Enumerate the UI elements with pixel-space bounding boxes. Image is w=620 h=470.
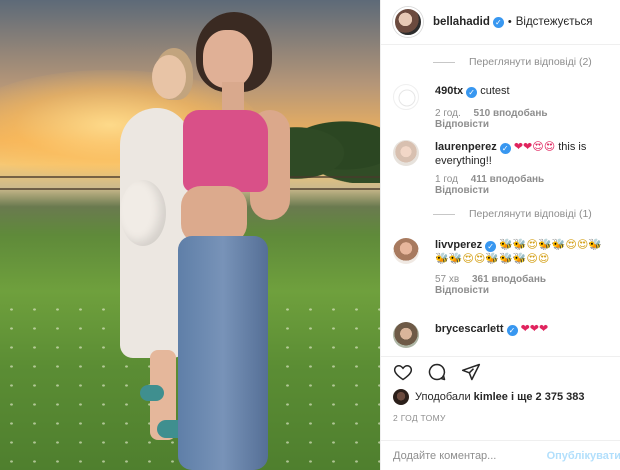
commenter-avatar[interactable]: [393, 322, 419, 348]
comment-emoji: ❤❤❤: [520, 322, 549, 335]
verified-badge-icon: ✓: [506, 325, 518, 336]
author-username[interactable]: bellahadid: [433, 16, 490, 28]
commenter-username[interactable]: laurenperez: [435, 141, 497, 153]
add-comment-bar: Опублікувати: [381, 440, 620, 470]
commenter-username[interactable]: 490tx: [435, 85, 463, 97]
commenter-avatar[interactable]: [393, 84, 419, 110]
woman-left-shoe-back: [140, 385, 164, 401]
commenter-avatar[interactable]: [393, 238, 419, 264]
verified-badge-icon: ✓: [466, 87, 478, 98]
comment-item: livvperez ✓ 🐝🐝😍🐝🐝😍😍🐝🐝🐝😍😍🐝🐝🐝😍😍 57 хв 361 в…: [393, 238, 613, 296]
comment-icon[interactable]: [427, 362, 447, 382]
follow-status-button[interactable]: Відстежується: [516, 16, 593, 28]
likes-count[interactable]: і ще 2 375 383: [511, 391, 585, 403]
view-replies-button[interactable]: Переглянути відповіді (1): [433, 208, 592, 220]
commenter-avatar[interactable]: [393, 140, 419, 166]
post-time[interactable]: 2 ГОД ТОМУ: [393, 413, 446, 423]
comment-item: laurenperez ✓ ❤❤😍😍 this is everything!! 1…: [393, 140, 613, 196]
comment-emoji: ❤❤😍😍: [513, 140, 556, 153]
view-replies-label: Переглянути відповіді (1): [469, 208, 592, 220]
comment-time: 57 хв: [435, 274, 460, 285]
liker-username[interactable]: kimlee: [474, 391, 508, 403]
separator-dot: •: [507, 16, 512, 28]
comment-body: 490tx ✓ cutest: [435, 84, 613, 98]
woman-right-jeans: [178, 236, 268, 470]
woman-left-belly: [120, 180, 166, 246]
comment-meta: 2 год. 510 вподобань Відповісти: [435, 108, 613, 130]
commenter-username[interactable]: brycescarlett: [435, 323, 504, 335]
verified-badge-icon: ✓: [499, 143, 511, 154]
comment-text: cutest: [480, 85, 510, 97]
heart-icon[interactable]: [393, 362, 413, 382]
comment-body: livvperez ✓ 🐝🐝😍🐝🐝😍😍🐝🐝🐝😍😍🐝🐝🐝😍😍: [435, 238, 613, 266]
comment-time: 1 год: [435, 174, 458, 185]
post-photo: [0, 0, 380, 470]
woman-right-face: [203, 30, 253, 88]
liker-avatar[interactable]: [393, 389, 409, 405]
woman-right-neck: [222, 82, 244, 112]
comment-likes-count[interactable]: 510 вподобань: [474, 108, 548, 119]
replies-line: [433, 61, 455, 63]
likes-prefix: Уподобали: [415, 391, 471, 403]
comment-likes-count[interactable]: 361 вподобань: [472, 274, 546, 285]
post-header: bellahadid ✓ • Відстежується: [381, 0, 620, 45]
comments-list[interactable]: Переглянути відповіді (2) 490tx ✓ cutest …: [381, 46, 620, 354]
reply-button[interactable]: Відповісти: [435, 119, 489, 130]
replies-line: [433, 213, 455, 215]
verified-badge-icon: ✓: [485, 241, 497, 252]
view-replies-button[interactable]: Переглянути відповіді (2): [433, 56, 592, 68]
verified-badge-icon: ✓: [492, 16, 504, 28]
comment-input[interactable]: [393, 449, 537, 462]
author-avatar[interactable]: [393, 7, 423, 37]
reply-button[interactable]: Відповісти: [435, 185, 489, 196]
comment-body: brycescarlett ✓ ❤❤❤: [435, 322, 613, 336]
likes-summary: Уподобали kimlee і ще 2 375 383: [393, 389, 584, 405]
comment-likes-count[interactable]: 411 вподобань: [471, 174, 544, 185]
post-actions-bar: [381, 356, 620, 386]
view-replies-label: Переглянути відповіді (2): [469, 56, 592, 68]
comment-item: brycescarlett ✓ ❤❤❤: [393, 322, 613, 348]
woman-left-head: [152, 55, 186, 99]
comment-item: 490tx ✓ cutest 2 год. 510 вподобань Відпо…: [393, 84, 613, 130]
reply-button[interactable]: Відповісти: [435, 285, 489, 296]
commenter-username[interactable]: livvperez: [435, 239, 482, 251]
post-side-panel: bellahadid ✓ • Відстежується Переглянути…: [380, 0, 620, 470]
comment-body: laurenperez ✓ ❤❤😍😍 this is everything!!: [435, 140, 613, 168]
comment-meta: 1 год 411 вподобань Відповісти: [435, 174, 613, 196]
placeholder-logo-icon: [398, 89, 416, 107]
woman-right-pink-top: [183, 110, 268, 192]
share-icon[interactable]: [461, 362, 481, 382]
comment-meta: 57 хв 361 вподобань Відповісти: [435, 274, 613, 296]
comment-time: 2 год.: [435, 108, 461, 119]
publish-button[interactable]: Опублікувати: [547, 450, 620, 462]
